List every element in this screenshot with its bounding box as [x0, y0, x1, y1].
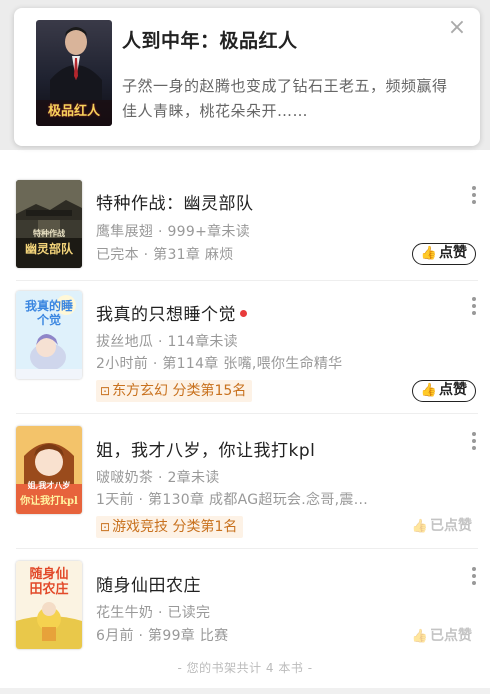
- rank-tag[interactable]: ⊡ 游戏竞技 分类第1名: [96, 516, 244, 538]
- thumbs-up-icon: 👍: [420, 246, 437, 261]
- new-update-dot: [240, 310, 247, 317]
- rank-tag-label: 游戏竞技 分类第1名: [112, 519, 238, 535]
- more-options-icon[interactable]: [470, 186, 478, 206]
- book-update-line: 已完本 · 第31章 麻烦: [96, 247, 234, 263]
- more-options-icon[interactable]: [470, 297, 478, 317]
- rank-icon: ⊡: [100, 384, 111, 398]
- book-cover[interactable]: 随身仙田农庄: [16, 561, 82, 649]
- thumbs-up-icon: 👍: [411, 629, 428, 644]
- book-update-line: 1天前 · 第130章 成都AG超玩会.念哥,震...: [96, 492, 368, 508]
- book-title[interactable]: 姐，我才八岁，你让我打kpl: [96, 436, 315, 461]
- like-label: 点赞: [439, 245, 467, 261]
- rank-tag-label: 东方玄幻 分类第15名: [112, 383, 247, 399]
- like-label: 点赞: [439, 382, 467, 398]
- book-title[interactable]: 特种作战：幽灵部队: [96, 189, 254, 214]
- book-title[interactable]: 随身仙田农庄: [96, 571, 201, 596]
- book-item[interactable]: 我真的睡个觉 我真的只想睡个觉 拔丝地瓜 · 114章未读 2小时前 · 第11…: [0, 281, 490, 414]
- like-button[interactable]: 👍 点赞: [411, 380, 476, 402]
- book-item[interactable]: 随身仙田农庄 随身仙田农庄 花生牛奶 · 已读完 6月前 · 第99章 比赛 👍…: [0, 549, 490, 659]
- book-title[interactable]: 我真的只想睡个觉: [96, 300, 247, 325]
- book-cover[interactable]: 特种作战 幽灵部队: [16, 180, 82, 268]
- book-cover[interactable]: 我真的睡个觉: [16, 291, 82, 379]
- recommendation-card[interactable]: 极品红人 人到中年：极品红人 × 子然一身的赵腾也变成了钻石王老五，频频赢得佳人…: [14, 8, 480, 146]
- bookshelf-count-footer: - 您的书架共计 4 本书 -: [177, 661, 313, 675]
- recommendation-description: 子然一身的赵腾也变成了钻石王老五，频频赢得佳人青睐，桃花朵朵开……: [122, 77, 448, 120]
- book-cover-text: 幽灵部队: [24, 242, 73, 256]
- book-author-line: 鹰隼展翅 · 999+章未读: [96, 224, 251, 240]
- rank-tag[interactable]: ⊡ 东方玄幻 分类第15名: [96, 380, 253, 402]
- book-update-line: 2小时前 · 第114章 张嘴,喂你生命精华: [96, 356, 343, 372]
- bottom-shade: [0, 688, 490, 694]
- more-options-icon[interactable]: [470, 567, 478, 587]
- close-icon[interactable]: ×: [446, 17, 468, 40]
- recommendation-title[interactable]: 人到中年：极品红人: [122, 26, 298, 53]
- liked-button[interactable]: 👍 已点赞: [408, 517, 476, 539]
- book-cover-subtext: 姐,我才八岁: [27, 480, 71, 490]
- book-author-line: 花生牛奶 · 已读完: [96, 605, 211, 621]
- recommendation-cover[interactable]: 极品红人: [36, 20, 112, 126]
- like-label: 已点赞: [430, 518, 472, 534]
- book-cover[interactable]: 姐,我才八岁 你让我打kpl: [16, 426, 82, 514]
- book-author-line: 啵啵奶茶 · 2章未读: [96, 470, 220, 486]
- like-button[interactable]: 👍 点赞: [411, 243, 476, 265]
- recommendation-cover-text: 极品红人: [47, 104, 100, 119]
- liked-button[interactable]: 👍 已点赞: [408, 627, 476, 649]
- book-update-line: 6月前 · 第99章 比赛: [96, 628, 229, 644]
- book-cover-text: 我真的睡个觉: [24, 299, 73, 327]
- more-options-icon[interactable]: [470, 432, 478, 452]
- thumbs-up-icon: 👍: [420, 383, 437, 398]
- rank-icon: ⊡: [100, 520, 111, 534]
- thumbs-up-icon: 👍: [411, 519, 428, 534]
- book-item[interactable]: 姐,我才八岁 你让我打kpl 姐，我才八岁，你让我打kpl 啵啵奶茶 · 2章未…: [0, 414, 490, 549]
- book-title-text: 我真的只想睡个觉: [96, 305, 236, 325]
- book-cover-subtext: 特种作战: [33, 228, 65, 238]
- bookshelf-page: 极品红人 人到中年：极品红人 × 子然一身的赵腾也变成了钻石王老五，频频赢得佳人…: [0, 0, 490, 694]
- book-cover-text: 你让我打kpl: [20, 496, 78, 507]
- book-cover-text: 随身仙田农庄: [29, 567, 69, 597]
- book-item[interactable]: 特种作战 幽灵部队 特种作战：幽灵部队 鹰隼展翅 · 999+章未读 已完本 ·…: [0, 170, 490, 290]
- book-author-line: 拔丝地瓜 · 114章未读: [96, 334, 238, 350]
- like-label: 已点赞: [430, 628, 472, 644]
